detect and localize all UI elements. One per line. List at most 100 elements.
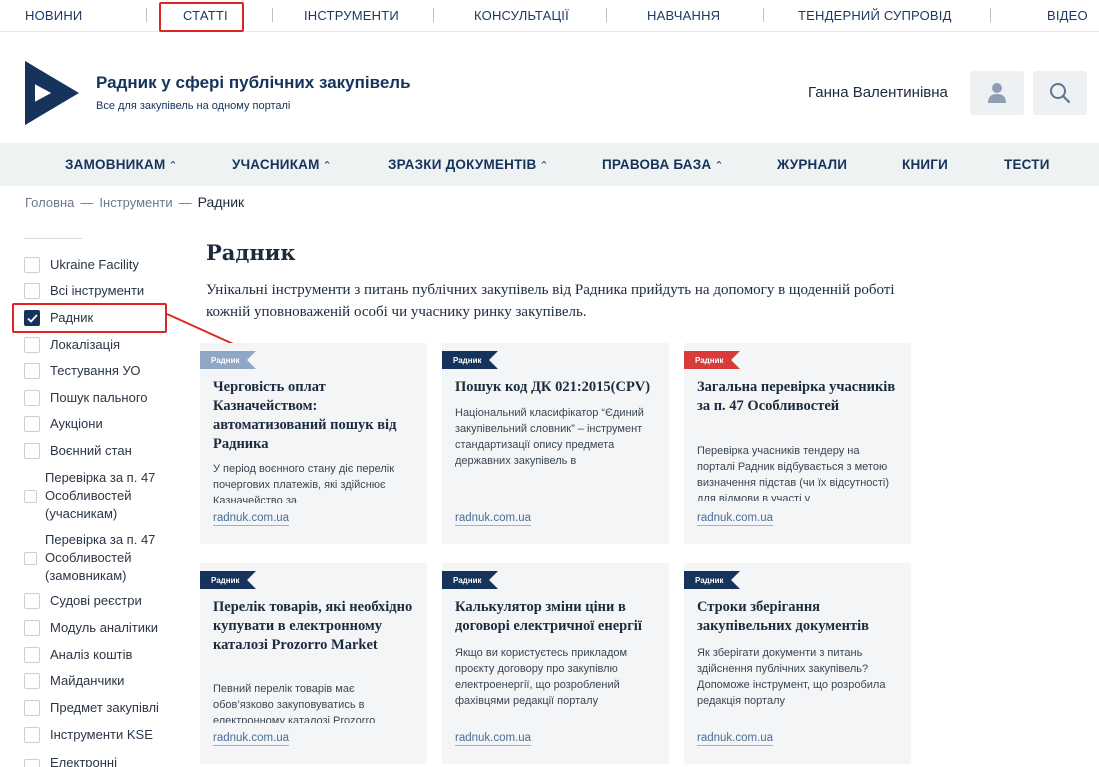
top-nav-tender-support[interactable]: ТЕНДЕРНИЙ СУПРОВІД — [798, 8, 952, 23]
filter-court-registers[interactable]: Судові реєстри — [24, 592, 142, 610]
filter-procurement-subject[interactable]: Предмет закупівлі — [24, 699, 159, 717]
user-name[interactable]: Ганна Валентинівна — [808, 84, 948, 101]
top-nav-separator — [763, 8, 764, 22]
checkbox[interactable] — [24, 363, 40, 379]
chevron-up-icon: ⌃ — [168, 160, 178, 172]
filter-analytics-module[interactable]: Модуль аналітики — [24, 619, 158, 637]
filter-ukraine-facility[interactable]: Ukraine Facility — [24, 256, 139, 274]
checkbox[interactable] — [24, 727, 40, 743]
chevron-up-icon: ⌃ — [539, 160, 549, 172]
breadcrumb-home[interactable]: Головна — [25, 195, 74, 210]
checkbox[interactable] — [24, 257, 40, 273]
main-nav-books[interactable]: КНИГИ — [902, 157, 948, 172]
breadcrumb-separator: — — [80, 195, 94, 210]
main-nav-customers[interactable]: ЗАМОВНИКАМ ⌃ — [65, 157, 178, 172]
card-title[interactable]: Строки зберігання закупівельних документ… — [697, 598, 902, 636]
filter-electronic[interactable]: Електронні — [24, 751, 117, 767]
user-profile-button[interactable] — [970, 71, 1024, 115]
search-button[interactable] — [1033, 71, 1087, 115]
top-nav-separator — [146, 8, 147, 22]
tool-card[interactable]: Радник Черговість оплат Казначейством: а… — [200, 343, 427, 544]
checkbox[interactable] — [24, 337, 40, 353]
main-nav-tests[interactable]: ТЕСТИ — [1004, 157, 1050, 172]
main-nav-participants[interactable]: УЧАСНИКАМ ⌃ — [232, 157, 332, 172]
top-nav-separator — [990, 8, 991, 22]
site-title[interactable]: Радник у сфері публічних закупівель — [96, 73, 411, 93]
breadcrumb-tools[interactable]: Інструменти — [99, 195, 172, 210]
page-title: Радник — [206, 240, 296, 265]
filter-martial-law[interactable]: Воєнний стан — [24, 442, 132, 460]
checkbox[interactable] — [24, 390, 40, 406]
filter-localization[interactable]: Локалізація — [24, 336, 120, 354]
main-nav-legal-base[interactable]: ПРАВОВА БАЗА ⌃ — [602, 157, 724, 172]
site-subtitle: Все для закупівель на одному порталі — [96, 100, 291, 112]
filter-testing-uo[interactable]: Тестування УО — [24, 362, 140, 380]
breadcrumb-separator: — — [178, 195, 192, 210]
top-nav-consultations[interactable]: КОНСУЛЬТАЦІЇ — [474, 8, 569, 23]
top-nav-separator — [433, 8, 434, 22]
radnyk-logo-icon[interactable] — [25, 61, 79, 125]
top-nav-education[interactable]: НАВЧАННЯ — [647, 8, 720, 23]
top-nav-separator — [272, 8, 273, 22]
tool-card[interactable]: Радник Загальна перевірка учасників за п… — [684, 343, 911, 544]
checkbox[interactable] — [24, 759, 40, 767]
user-icon — [988, 83, 1006, 103]
main-navigation: ЗАМОВНИКАМ ⌃ УЧАСНИКАМ ⌃ ЗРАЗКИ ДОКУМЕНТІВ… — [0, 143, 1099, 186]
top-nav-separator — [606, 8, 607, 22]
card-tag: Радник — [442, 571, 498, 589]
checkbox[interactable] — [24, 647, 40, 663]
filter-check-p47-participants[interactable]: Перевірка за п. 47 Особливостей (учасник… — [24, 469, 185, 523]
tool-card[interactable]: Радник Калькулятор зміни ціни в договорі… — [442, 563, 669, 764]
card-title[interactable]: Пошук код ДК 021:2015(CPV) — [455, 378, 660, 397]
page-description: Унікальні інструменти з питань публічних… — [206, 282, 895, 320]
checkbox[interactable] — [24, 416, 40, 432]
top-nav-tools[interactable]: ІНСТРУМЕНТИ — [304, 8, 399, 23]
filter-all-tools[interactable]: Всі інструменти — [24, 282, 144, 300]
card-tag: Радник — [200, 351, 256, 369]
tool-card[interactable]: Радник Перелік товарів, які необхідно ку… — [200, 563, 427, 764]
checkbox[interactable] — [24, 620, 40, 636]
filter-funds-analysis[interactable]: Аналіз коштів — [24, 646, 132, 664]
main-nav-document-samples[interactable]: ЗРАЗКИ ДОКУМЕНТІВ ⌃ — [388, 157, 549, 172]
filter-platforms[interactable]: Майданчики — [24, 672, 124, 690]
top-nav-video[interactable]: ВІДЕО — [1047, 8, 1088, 23]
checkbox[interactable] — [24, 700, 40, 716]
chevron-up-icon: ⌃ — [322, 160, 332, 172]
card-tag: Радник — [684, 351, 740, 369]
card-text: У період воєнного стану діє перелік поче… — [213, 463, 395, 503]
tool-card[interactable]: Радник Пошук код ДК 021:2015(CPV) Націон… — [442, 343, 669, 544]
highlight-box-articles — [159, 2, 244, 32]
tool-card[interactable]: Радник Строки зберігання закупівельних д… — [684, 563, 911, 764]
card-link[interactable]: radnuk.com.ua — [213, 511, 290, 526]
card-link[interactable]: radnuk.com.ua — [697, 731, 774, 746]
card-title[interactable]: Калькулятор зміни ціни в договорі електр… — [455, 598, 660, 636]
filter-check-p47-customers[interactable]: Перевірка за п. 47 Особливостей (замовни… — [24, 531, 185, 585]
filter-auctions[interactable]: Аукціони — [24, 415, 103, 433]
card-link[interactable]: radnuk.com.ua — [213, 731, 290, 746]
checkbox[interactable] — [24, 673, 40, 689]
card-link[interactable]: radnuk.com.ua — [455, 511, 532, 526]
checkbox[interactable] — [24, 443, 40, 459]
card-title[interactable]: Перелік товарів, які необхідно купувати … — [213, 598, 418, 655]
card-title[interactable]: Черговість оплат Казначейством: автомати… — [213, 378, 418, 454]
highlight-box-radnyk-filter — [12, 303, 167, 333]
card-text: Як зберігати документи з питань здійснен… — [697, 647, 886, 707]
checkbox[interactable] — [24, 593, 40, 609]
checkbox[interactable] — [24, 551, 37, 565]
card-link[interactable]: radnuk.com.ua — [455, 731, 532, 746]
filter-kse-tools[interactable]: Інструменти KSE — [24, 726, 153, 744]
card-text: Певний перелік товарів має обов’язково з… — [213, 683, 376, 723]
card-text: Національний класифікатор “Єдиний закупі… — [455, 407, 644, 467]
filter-fuel-search[interactable]: Пошук пального — [24, 389, 148, 407]
top-nav-news[interactable]: НОВИНИ — [25, 8, 82, 23]
card-link[interactable]: radnuk.com.ua — [697, 511, 774, 526]
card-tag: Радник — [200, 571, 256, 589]
card-text: Перевірка учасників тендеру на порталі Р… — [697, 445, 890, 501]
main-nav-journals[interactable]: ЖУРНАЛИ — [777, 157, 847, 172]
checkbox[interactable] — [24, 283, 40, 299]
card-title[interactable]: Загальна перевірка учасників за п. 47 Ос… — [697, 378, 902, 416]
card-tag: Радник — [684, 571, 740, 589]
checkbox[interactable] — [24, 489, 37, 503]
card-tag: Радник — [442, 351, 498, 369]
search-icon — [1050, 83, 1071, 104]
